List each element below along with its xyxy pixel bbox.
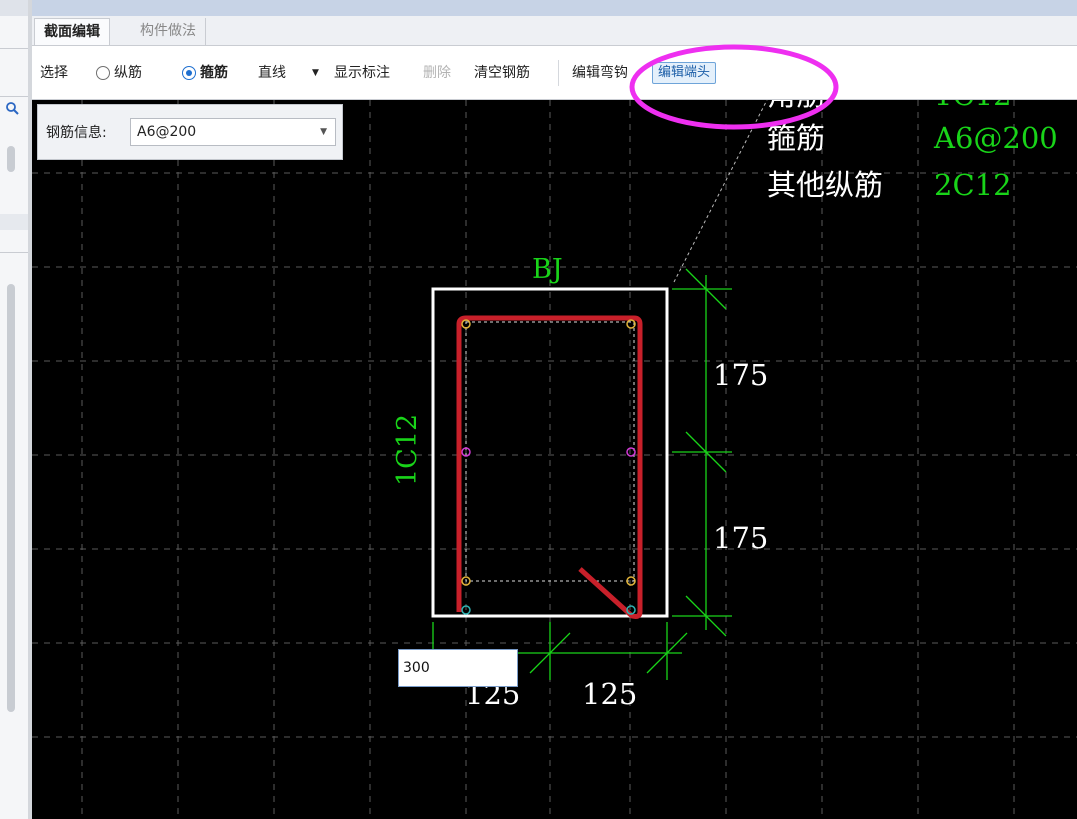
legend-name-other: 其他纵筋: [767, 168, 883, 202]
left-panel-section-header: [0, 214, 28, 230]
search-icon[interactable]: [4, 100, 22, 116]
longitudinal-label: 纵筋: [114, 65, 142, 81]
stirrup-label: 箍筋: [200, 65, 228, 81]
left-panel-divider: [0, 96, 28, 97]
rebar-info-label: 钢筋信息:: [46, 125, 107, 141]
toolbar: 选择 纵筋 箍筋 直线 ▼ 显示标注 删除 清空钢筋 编辑弯钩 编辑端头: [32, 46, 1077, 100]
longitudinal-radio[interactable]: 纵筋: [96, 63, 142, 83]
legend-name-corner: 角筋: [767, 100, 825, 112]
tab-bar: 截面编辑 构件做法: [32, 16, 1077, 46]
delete-button[interactable]: 删除: [423, 63, 451, 83]
chevron-down-icon: ▼: [320, 127, 327, 137]
left-panel-divider: [0, 252, 28, 253]
side-rebar-point: [626, 447, 636, 457]
right-dimension: [672, 268, 732, 637]
left-panel-scrollbar[interactable]: [7, 284, 15, 712]
legend-value-corner: 1C12: [934, 100, 1012, 112]
clear-rebar-button[interactable]: 清空钢筋: [474, 63, 530, 83]
line-type-dropdown[interactable]: 直线 ▼: [254, 60, 330, 86]
legend-value-other: 2C12: [934, 168, 1012, 202]
window-top-strip: [32, 0, 1077, 16]
legend-value-stirrup: A6@200: [933, 121, 1058, 155]
stirrup-radio[interactable]: 箍筋: [182, 63, 228, 83]
section-drawing[interactable]: 角筋 1C12 箍筋 A6@200 其他纵筋 2C12 BJ 1C12: [32, 100, 1077, 819]
dim-right-top: 175: [713, 358, 768, 392]
left-panel-scrollbar-top[interactable]: [7, 146, 15, 172]
section-name: BJ: [532, 254, 563, 285]
select-button[interactable]: 选择: [40, 63, 68, 83]
rebar-points[interactable]: [461, 319, 636, 615]
rebar-info-value: A6@200: [137, 124, 197, 140]
toolbar-separator: [558, 60, 559, 86]
chevron-down-icon: ▼: [312, 68, 319, 78]
drawing-canvas[interactable]: 角筋 1C12 箍筋 A6@200 其他纵筋 2C12 BJ 1C12: [32, 100, 1077, 819]
rebar-info-panel: 钢筋信息: A6@200 ▼: [37, 104, 343, 160]
edit-end-button[interactable]: 编辑端头: [652, 62, 717, 84]
edit-bend-button[interactable]: 编辑弯钩: [572, 63, 628, 83]
left-panel-header: [0, 0, 28, 16]
line-type-value: 直线: [258, 65, 286, 81]
side-rebar-label: 1C12: [392, 414, 423, 486]
radio-selected-icon: [182, 66, 196, 80]
tab-component-method[interactable]: 构件做法: [131, 18, 206, 45]
left-panel-divider: [0, 48, 28, 49]
radio-icon: [96, 66, 110, 80]
tab-section-edit[interactable]: 截面编辑: [34, 18, 110, 45]
left-side-panel: [0, 0, 29, 819]
legend-name-stirrup: 箍筋: [767, 121, 825, 155]
dim-bottom-right: 125: [582, 677, 637, 711]
rebar-info-select[interactable]: A6@200 ▼: [130, 118, 336, 146]
dim-right-bottom: 175: [713, 521, 768, 555]
dimension-value-input[interactable]: [398, 649, 518, 687]
leader-line: [673, 100, 768, 283]
grid: [32, 100, 1077, 819]
show-annotation-button[interactable]: 显示标注: [334, 63, 390, 83]
